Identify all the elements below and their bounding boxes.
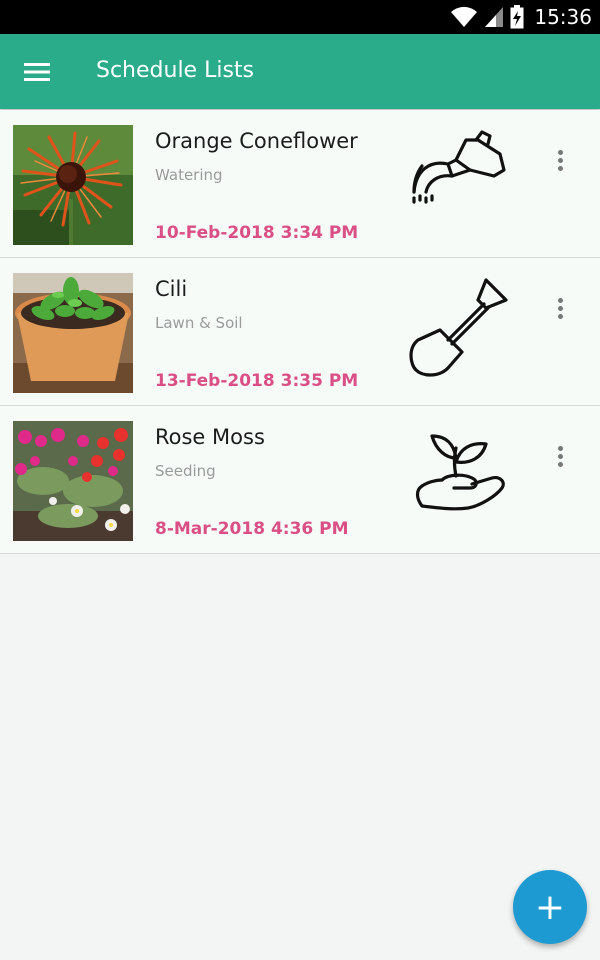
menu-button[interactable]	[14, 50, 60, 94]
shovel-icon	[409, 278, 508, 377]
dot	[557, 305, 563, 311]
dot	[557, 445, 563, 451]
task-type: Watering	[155, 166, 223, 184]
dot	[557, 165, 563, 171]
schedule-date: 8-Mar-2018 4:36 PM	[155, 519, 349, 539]
status-time: 15:36	[534, 5, 592, 29]
add-schedule-button[interactable]: +	[513, 870, 587, 944]
schedule-date: 10-Feb-2018 3:34 PM	[155, 223, 359, 243]
hamburger-menu-icon	[24, 63, 50, 81]
cell-signal-icon	[485, 7, 504, 27]
dot	[557, 149, 563, 155]
dot	[557, 157, 563, 163]
dot	[557, 461, 563, 467]
list-item[interactable]: Cili Lawn & Soil 13-Feb-2018 3:35 PM	[0, 258, 600, 406]
wifi-icon	[451, 6, 478, 27]
dot	[557, 453, 563, 459]
battery-charging-icon	[510, 5, 524, 29]
overflow-menu-button[interactable]	[548, 293, 572, 323]
schedule-list: Orange Coneflower Watering 10-Feb-2018 3…	[0, 110, 600, 554]
list-item[interactable]: Orange Coneflower Watering 10-Feb-2018 3…	[0, 110, 600, 258]
dot	[557, 313, 563, 319]
status-icons: 15:36	[450, 4, 592, 30]
task-type: Seeding	[155, 462, 216, 480]
schedule-date: 13-Feb-2018 3:35 PM	[155, 371, 359, 391]
task-type: Lawn & Soil	[155, 314, 243, 332]
plant-name: Cili	[155, 277, 188, 301]
overflow-menu-button[interactable]	[548, 441, 572, 471]
rose-moss-photo	[13, 421, 133, 541]
list-item[interactable]: Rose Moss Seeding 8-Mar-2018 4:36 PM	[0, 406, 600, 554]
plant-name: Rose Moss	[155, 425, 265, 449]
orange-coneflower-photo	[13, 125, 133, 245]
chili-plant-photo	[13, 273, 133, 393]
add-icon: +	[534, 886, 566, 928]
dot	[557, 297, 563, 303]
plant-name: Orange Coneflower	[155, 129, 358, 153]
watering-can-icon	[412, 130, 506, 204]
app-bar: Schedule Lists	[0, 34, 600, 109]
status-bar: 15:36	[0, 0, 600, 34]
overflow-menu-button[interactable]	[548, 145, 572, 175]
page-title: Schedule Lists	[96, 58, 255, 83]
seedling-hand-icon	[415, 434, 505, 511]
